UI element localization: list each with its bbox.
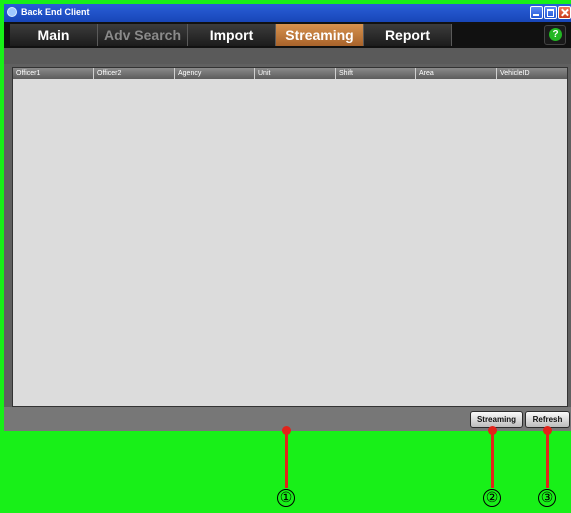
window-title: Back End Client [21,7,90,17]
help-icon: ? [549,28,562,41]
tab-main[interactable]: Main [10,24,98,46]
callout-line-2 [491,432,494,488]
streaming-table[interactable]: Officer1 Officer2 Agency Unit Shift Area… [12,67,568,407]
app-icon [7,7,17,17]
tab-report[interactable]: Report [364,24,452,46]
streaming-button[interactable]: Streaming [470,411,523,428]
column-header-unit[interactable]: Unit [255,68,336,79]
column-header-shift[interactable]: Shift [336,68,416,79]
toolbar-strip [4,48,571,64]
tab-import[interactable]: Import [188,24,276,46]
column-header-agency[interactable]: Agency [175,68,255,79]
tab-streaming[interactable]: Streaming [276,24,364,46]
minimize-icon[interactable] [530,6,543,19]
callout-number-3: ③ [538,489,556,507]
title-bar: Back End Client [4,4,571,22]
help-button[interactable]: ? [544,25,566,45]
close-icon[interactable] [558,6,571,19]
table-header: Officer1 Officer2 Agency Unit Shift Area… [13,68,567,79]
column-header-officer2[interactable]: Officer2 [94,68,175,79]
callout-number-2: ② [483,489,501,507]
main-menu-bar: Main Adv Search Import Streaming Report … [4,22,571,48]
tab-adv-search: Adv Search [98,24,188,46]
callout-line-3 [546,432,549,488]
app-window: Back End Client Main Adv Search Import S… [4,4,571,431]
callout-line-1 [285,432,288,488]
callout-number-1: ① [277,489,295,507]
maximize-icon[interactable] [544,6,557,19]
column-header-officer1[interactable]: Officer1 [13,68,94,79]
column-header-vehicleid[interactable]: VehicleID [497,68,567,79]
column-header-area[interactable]: Area [416,68,497,79]
